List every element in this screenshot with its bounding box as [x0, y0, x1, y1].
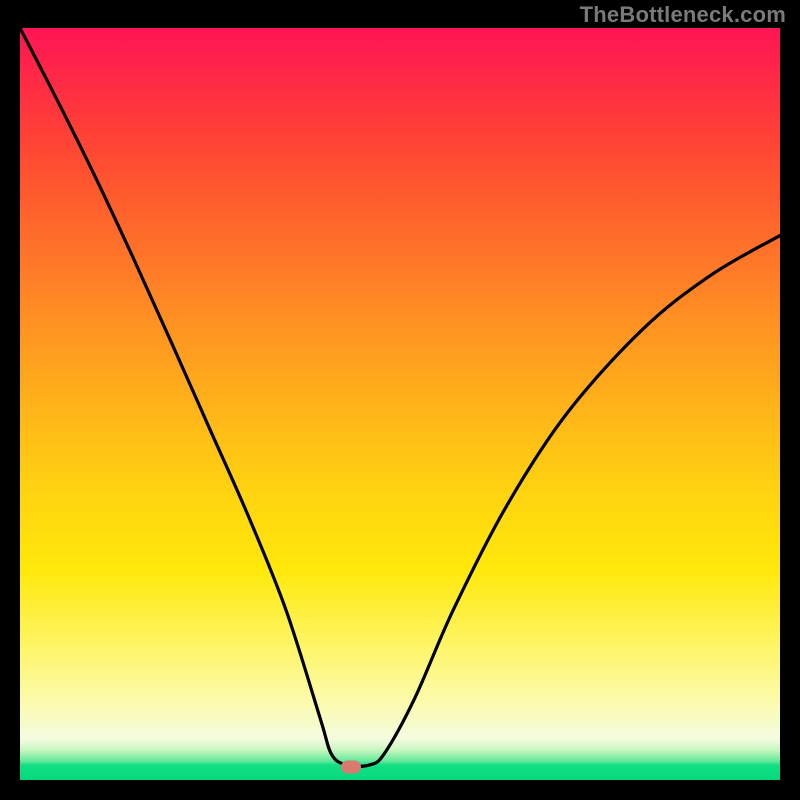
watermark-text: TheBottleneck.com — [580, 2, 786, 28]
optimal-point-marker — [341, 761, 361, 774]
bottleneck-gradient-plot — [20, 28, 780, 780]
bottleneck-curve — [20, 28, 780, 780]
chart-frame: TheBottleneck.com — [0, 0, 800, 800]
